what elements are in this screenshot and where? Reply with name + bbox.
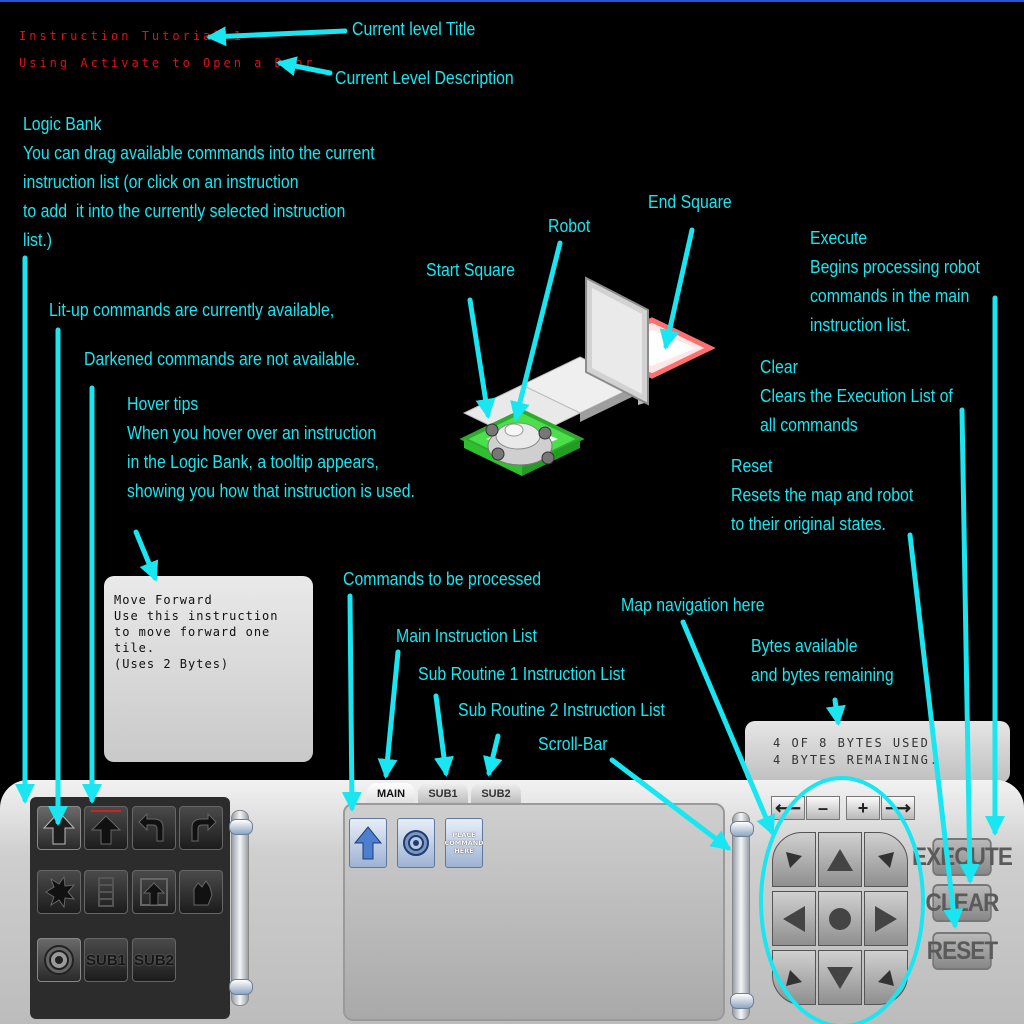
arrow-sub1-list xyxy=(433,693,454,777)
arrow-clear xyxy=(959,407,980,884)
annotation-arrows xyxy=(15,26,1005,1024)
arrow-scroll-bar xyxy=(609,757,732,851)
arrow-main-list xyxy=(377,649,401,779)
arrow-level-description xyxy=(276,56,333,76)
arrow-start-square xyxy=(467,297,496,419)
arrow-reset xyxy=(907,532,964,929)
arrow-hover-tips xyxy=(133,529,159,582)
arrow-bytes-info xyxy=(825,697,846,726)
arrow-end-square xyxy=(659,227,695,350)
arrow-commands-to-process xyxy=(341,593,362,812)
arrow-map-nav xyxy=(680,619,775,836)
arrow-level-title xyxy=(206,26,348,47)
map-nav-highlight-circle xyxy=(759,776,925,1024)
arrow-robot xyxy=(510,240,563,422)
arrow-sub2-list xyxy=(483,733,503,777)
